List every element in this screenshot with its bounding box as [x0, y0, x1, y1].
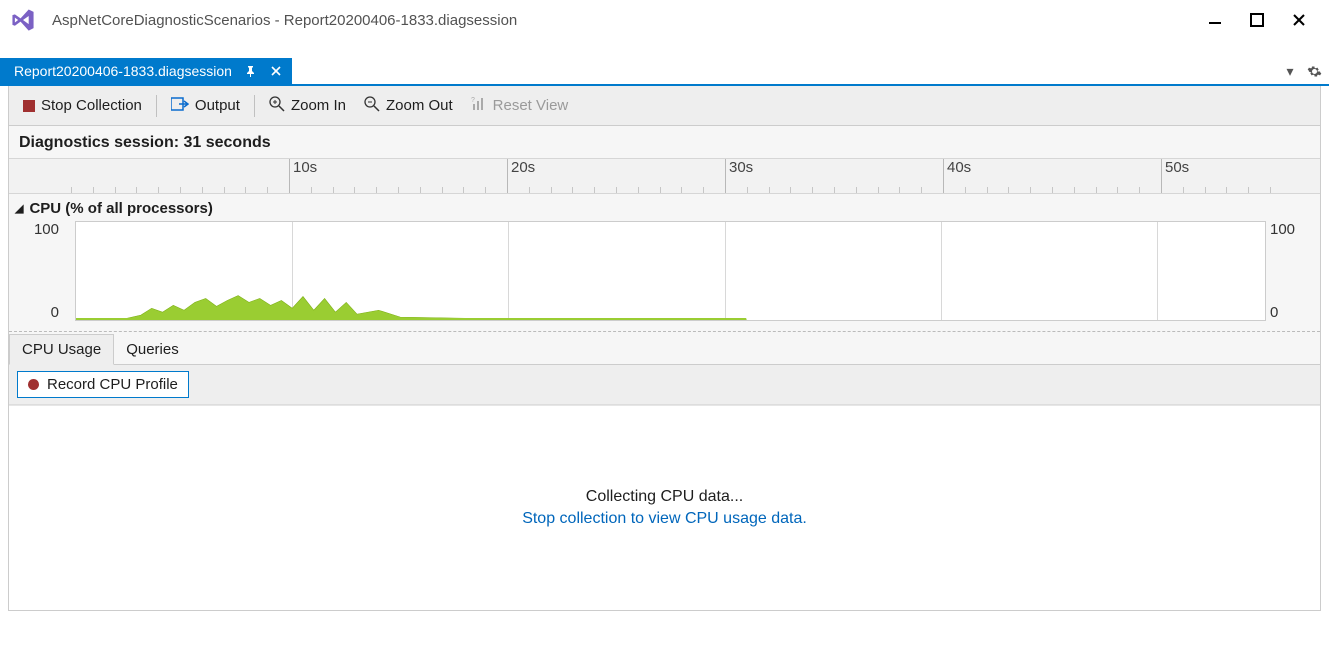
session-duration-label: Diagnostics session: 31 seconds [9, 126, 1320, 158]
record-cpu-profile-button[interactable]: Record CPU Profile [17, 371, 189, 398]
cpu-usage-content: Collecting CPU data... Stop collection t… [9, 405, 1320, 610]
title-bar: AspNetCoreDiagnosticScenarios - Report20… [0, 0, 1329, 40]
output-icon [171, 97, 189, 115]
zoom-out-icon [364, 96, 380, 116]
y-axis-right: 100 0 [1266, 221, 1316, 321]
time-ruler[interactable]: 10s20s30s40s50s [9, 158, 1320, 194]
stop-icon [23, 100, 35, 112]
zoom-in-icon [269, 96, 285, 116]
collecting-status-text: Collecting CPU data... [586, 488, 743, 506]
cpu-graph-title: CPU (% of all processors) [29, 200, 212, 217]
tab-queries[interactable]: Queries [114, 335, 191, 364]
y-axis-min-right: 0 [1270, 304, 1278, 321]
stop-collection-link[interactable]: Stop collection to view CPU usage data. [522, 510, 807, 528]
svg-text:?: ? [471, 97, 475, 104]
cpu-chart-plot[interactable] [75, 221, 1266, 321]
output-button[interactable]: Output [163, 93, 248, 119]
zoom-in-button[interactable]: Zoom In [261, 92, 354, 120]
visual-studio-logo-icon [8, 5, 38, 35]
gear-icon[interactable] [1305, 62, 1323, 80]
maximize-button[interactable] [1245, 8, 1269, 32]
document-tab-label: Report20200406-1833.diagsession [14, 63, 232, 79]
zoom-in-label: Zoom In [291, 97, 346, 114]
toolbar: Stop Collection Output Zoom In Zoom Out … [8, 86, 1321, 126]
window-controls [1203, 8, 1321, 32]
y-axis-max: 100 [34, 221, 59, 238]
y-axis-max-right: 100 [1270, 221, 1295, 238]
close-button[interactable] [1287, 8, 1311, 32]
stop-collection-label: Stop Collection [41, 97, 142, 114]
record-toolbar: Record CPU Profile [9, 365, 1320, 405]
cpu-graph-section: ◢ CPU (% of all processors) 100 0 100 0 [9, 194, 1320, 331]
pin-icon[interactable] [242, 63, 258, 79]
record-cpu-profile-label: Record CPU Profile [47, 376, 178, 393]
document-tab-active[interactable]: Report20200406-1833.diagsession [0, 58, 292, 84]
stop-collection-button[interactable]: Stop Collection [15, 93, 150, 118]
zoom-out-label: Zoom Out [386, 97, 453, 114]
collapse-icon: ◢ [15, 202, 23, 215]
tab-overflow-icon[interactable]: ▾ [1281, 62, 1299, 80]
diagnostics-panel: Diagnostics session: 31 seconds 10s20s30… [8, 126, 1321, 611]
cpu-graph-title-row[interactable]: ◢ CPU (% of all processors) [13, 200, 1316, 217]
reset-view-label: Reset View [493, 97, 569, 114]
window-title: AspNetCoreDiagnosticScenarios - Report20… [52, 12, 1203, 29]
minimize-button[interactable] [1203, 8, 1227, 32]
zoom-out-button[interactable]: Zoom Out [356, 92, 461, 120]
output-label: Output [195, 97, 240, 114]
y-axis-left: 100 0 [13, 221, 63, 321]
tab-close-icon[interactable] [268, 63, 284, 79]
tool-tabs: CPU Usage Queries [9, 331, 1320, 365]
reset-view-button[interactable]: ? Reset View [463, 92, 577, 120]
y-axis-min: 0 [51, 304, 59, 321]
reset-view-icon: ? [471, 96, 487, 116]
tab-cpu-usage[interactable]: CPU Usage [9, 334, 114, 365]
record-icon [28, 379, 39, 390]
document-tab-bar: Report20200406-1833.diagsession ▾ [0, 58, 1329, 86]
